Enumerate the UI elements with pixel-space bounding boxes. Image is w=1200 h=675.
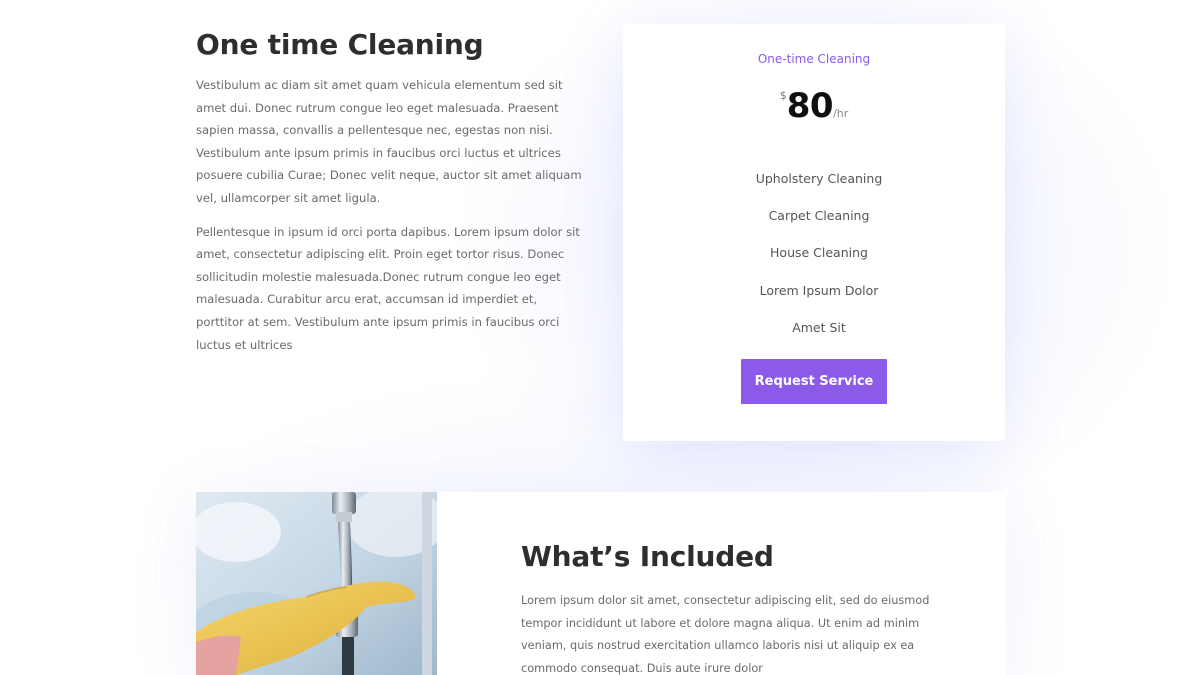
price-amount: 80 xyxy=(786,86,834,126)
whats-included-section: What’s Included Lorem ipsum dolor sit am… xyxy=(521,540,966,675)
plan-name: One-time Cleaning xyxy=(757,52,871,66)
price-unit: /hr xyxy=(833,107,849,120)
section-body: Lorem ipsum dolor sit amet, consectetur … xyxy=(521,594,930,675)
cleaning-photo xyxy=(196,492,437,675)
request-service-button[interactable]: Request Service xyxy=(741,359,887,404)
pricing-card: One-time Cleaning $80/hr Upholstery Clea… xyxy=(623,24,1005,441)
intro-paragraph: Pellentesque in ipsum id orci porta dapi… xyxy=(196,224,580,352)
page: One time Cleaning Vestibulum ac diam sit… xyxy=(0,0,1200,675)
feature-list: Upholstery Cleaning Carpet Cleaning Hous… xyxy=(623,169,1015,355)
price: $80/hr xyxy=(623,86,1005,134)
feature-item: Amet Sit xyxy=(792,319,846,335)
feature-item: Upholstery Cleaning xyxy=(755,171,883,186)
intro-section: One time Cleaning Vestibulum ac diam sit… xyxy=(196,28,582,367)
feature-item: Lorem Ipsum Dolor xyxy=(759,282,879,298)
page-title: One time Cleaning xyxy=(196,28,484,61)
price-currency: $ xyxy=(779,89,787,102)
section-title: What’s Included xyxy=(521,540,774,573)
feature-item: House Cleaning xyxy=(770,245,868,261)
cleaning-photo-icon xyxy=(196,492,437,675)
intro-paragraph: Vestibulum ac diam sit amet quam vehicul… xyxy=(196,78,582,205)
feature-item: Carpet Cleaning xyxy=(768,208,870,224)
